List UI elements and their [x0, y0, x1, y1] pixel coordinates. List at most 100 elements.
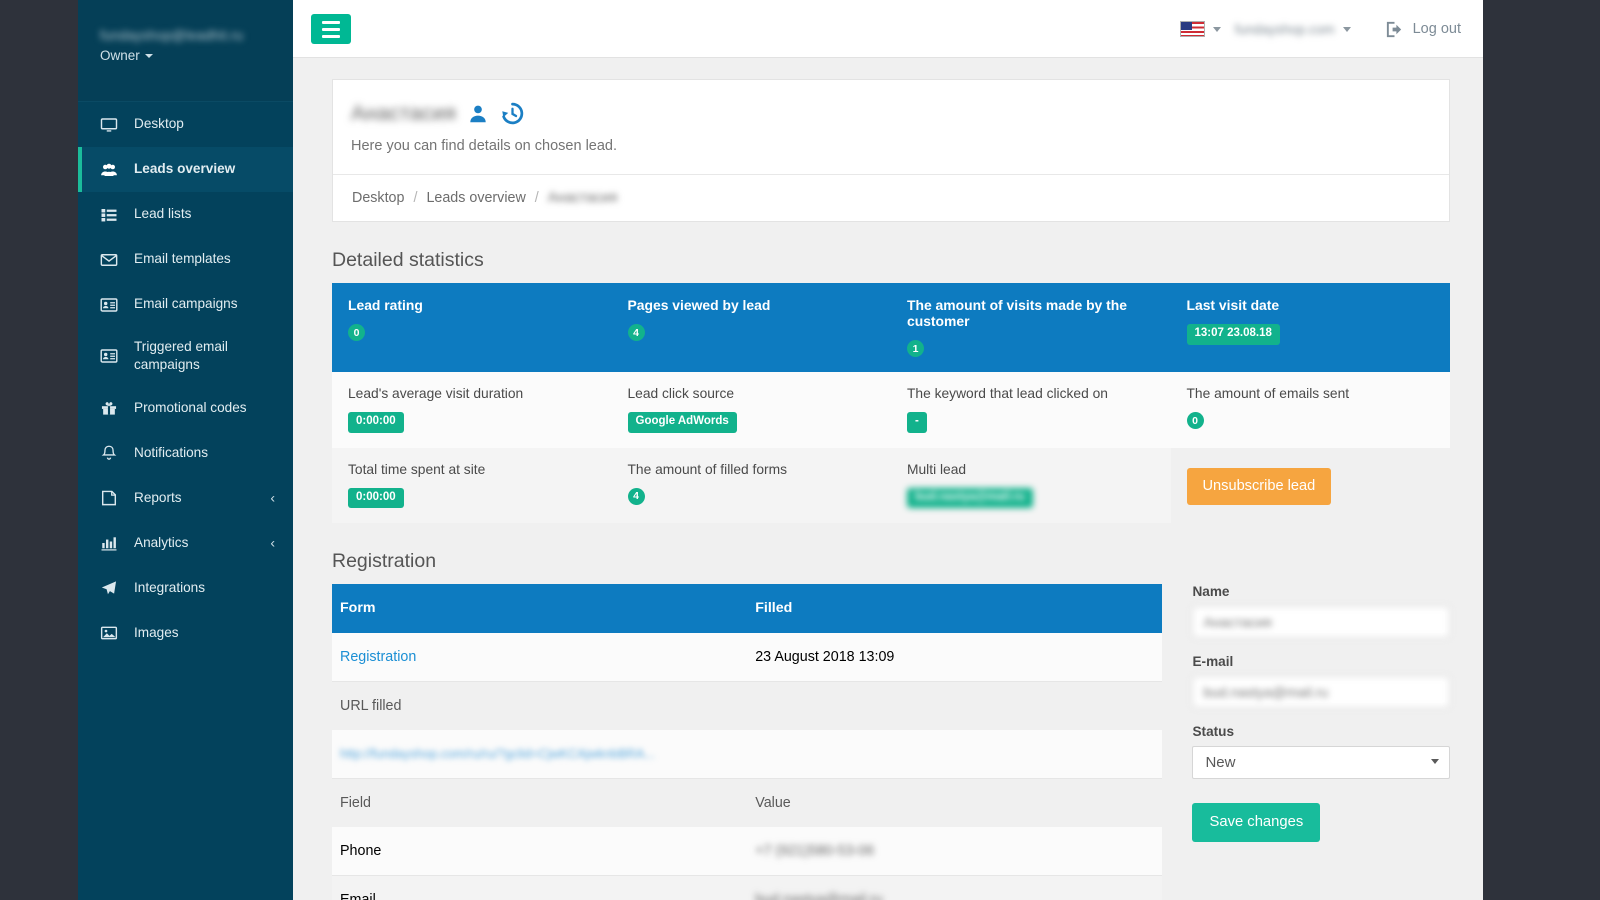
- table-row: FormFilled: [332, 584, 1162, 633]
- lead-title-card: Анастасия Here you can find details on c…: [332, 79, 1450, 175]
- stats-label: The amount of visits made by the custome…: [907, 297, 1155, 329]
- top-header: fundayshop.com Log out: [293, 0, 1483, 58]
- sidebar-item-triggered-email-campaigns[interactable]: Triggered email campaigns: [78, 327, 293, 386]
- history-icon[interactable]: [500, 101, 525, 126]
- sidebar-item-leads-overview[interactable]: Leads overview: [78, 147, 293, 192]
- stats-label: Lead click source: [628, 386, 876, 401]
- status-select[interactable]: New: [1192, 746, 1450, 779]
- envelope-icon: [100, 251, 124, 269]
- sidebar-nav: Desktop Leads overview Lead lists Email tem…: [78, 102, 293, 656]
- stats-value-badge: 4: [628, 324, 645, 341]
- stats-cell: Total time spent at site 0:00:00: [332, 448, 612, 524]
- registration-area: FormFilledRegistration23 August 2018 13:…: [332, 584, 1450, 900]
- sidebar-user-email: fundayshop@leadhit.ru: [100, 28, 293, 43]
- sidebar-item-analytics[interactable]: Analytics ‹: [78, 521, 293, 566]
- stats-cell: Lead rating 0: [332, 283, 612, 372]
- person-icon[interactable]: [467, 103, 489, 125]
- breadcrumb-item-1[interactable]: Desktop: [352, 190, 404, 206]
- url-filled-link[interactable]: http://fundayshop.com/ru/ru/?gclid=CjwKC…: [332, 730, 1162, 779]
- chevron-left-icon: ‹: [270, 534, 275, 553]
- sidebar-user-block[interactable]: fundayshop@leadhit.ru Owner: [78, 0, 293, 102]
- stats-value-badge: 1: [907, 340, 924, 357]
- chevron-down-icon: [145, 54, 153, 58]
- table-row: FieldValue: [332, 779, 1162, 828]
- stats-label: Lead rating: [348, 297, 596, 313]
- stats-cell: Pages viewed by lead4: [612, 283, 892, 372]
- sidebar-item-label: Notifications: [134, 444, 208, 462]
- stats-value-badge: 0:00:00: [348, 488, 404, 509]
- email-field-label: E-mail: [1192, 654, 1450, 669]
- email-input[interactable]: [1192, 676, 1450, 708]
- field-name: Phone: [332, 827, 747, 876]
- logout-icon: [1385, 20, 1404, 39]
- sidebar-item-label: Lead lists: [134, 205, 191, 223]
- sidebar-item-images[interactable]: Images: [78, 611, 293, 656]
- stats-label: Multi lead: [907, 462, 1155, 477]
- list-icon: [100, 206, 124, 224]
- registration-title: Registration: [332, 550, 1483, 573]
- breadcrumb-item-2[interactable]: Leads overview: [426, 190, 525, 206]
- hamburger-line: [322, 35, 340, 38]
- chevron-left-icon: ‹: [270, 489, 275, 508]
- name-input[interactable]: [1192, 606, 1450, 638]
- stats-row: Total time spent at site0:00:00The amoun…: [332, 448, 1450, 524]
- sidebar-item-label: Reports: [134, 489, 182, 507]
- sidebar-item-email-campaigns[interactable]: Email campaigns: [78, 282, 293, 327]
- stats-label: The keyword that lead clicked on: [907, 386, 1155, 401]
- sidebar-item-label: Promotional codes: [134, 399, 247, 417]
- page-icon: [100, 489, 124, 507]
- sidebar-item-label: Images: [134, 624, 179, 642]
- stats-label: Total time spent at site: [348, 462, 596, 477]
- stats-value-badge: 13:07 23.08.18: [1187, 324, 1280, 345]
- registration-form-link[interactable]: Registration: [332, 633, 747, 682]
- lead-edit-form: Name E-mail Status New Save changes: [1192, 584, 1450, 900]
- stats-value-badge: 0: [348, 324, 365, 341]
- sidebar-user-role-label: Owner: [100, 48, 140, 63]
- sidebar-item-lead-lists[interactable]: Lead lists: [78, 192, 293, 237]
- stats-value-badge: 0:00:00: [348, 412, 404, 433]
- image-icon: [100, 624, 124, 642]
- sidebar-item-email-templates[interactable]: Email templates: [78, 237, 293, 282]
- unsubscribe-lead-button[interactable]: Unsubscribe lead: [1187, 468, 1332, 505]
- sidebar-item-desktop[interactable]: Desktop: [78, 102, 293, 147]
- email-field-block: E-mail: [1192, 654, 1450, 708]
- name-field-label: Name: [1192, 584, 1450, 599]
- header-right-group: fundayshop.com Log out: [1180, 0, 1461, 58]
- hamburger-line: [322, 21, 340, 24]
- bell-icon: [100, 444, 124, 462]
- bar-chart-icon: [100, 534, 124, 552]
- domain-selector[interactable]: fundayshop.com: [1221, 22, 1351, 37]
- stats-value-badge: -: [907, 412, 927, 433]
- registration-tables: FormFilledRegistration23 August 2018 13:…: [332, 584, 1162, 900]
- stats-cell: Lead click sourceGoogle AdWords: [612, 372, 892, 448]
- desktop-icon: [100, 116, 124, 134]
- hamburger-menu-button[interactable]: [311, 14, 351, 44]
- registration-form-table: FormFilledRegistration23 August 2018 13:…: [332, 584, 1162, 900]
- language-selector[interactable]: [1180, 21, 1221, 37]
- sidebar-user-role[interactable]: Owner: [100, 48, 293, 63]
- stats-cell: The amount of visits made by the custome…: [891, 283, 1171, 372]
- sidebar-item-reports[interactable]: Reports ‹: [78, 476, 293, 521]
- sidebar: fundayshop@leadhit.ru Owner Desktop Leads…: [78, 0, 293, 900]
- page-subtitle: Here you can find details on chosen lead…: [351, 138, 1449, 154]
- breadcrumb-item-3: Анастасия: [548, 190, 618, 206]
- sidebar-item-label: Triggered email campaigns: [134, 338, 279, 375]
- sidebar-item-notifications[interactable]: Notifications: [78, 431, 293, 476]
- table-row: Emailbud.nastya@mail.ru: [332, 876, 1162, 900]
- table-row: Phone+7 (921)580-53-06: [332, 827, 1162, 876]
- table-row: Registration23 August 2018 13:09: [332, 633, 1162, 682]
- detailed-statistics-table: Lead rating 0 Pages viewed by lead4 The amo…: [332, 283, 1450, 523]
- chevron-down-icon: [1343, 27, 1351, 32]
- logout-button[interactable]: Log out: [1385, 20, 1461, 39]
- detailed-statistics-title: Detailed statistics: [332, 249, 1483, 272]
- sidebar-item-label: Email templates: [134, 250, 231, 268]
- main-content: Анастасия Here you can find details on c…: [293, 58, 1483, 900]
- app-window: fundayshop@leadhit.ru Owner Desktop Leads…: [78, 0, 1483, 900]
- sidebar-item-label: Leads overview: [134, 160, 235, 178]
- sidebar-item-integrations[interactable]: Integrations: [78, 566, 293, 611]
- url-filled-label: URL filled: [332, 682, 1162, 731]
- sidebar-item-promotional-codes[interactable]: Promotional codes: [78, 386, 293, 431]
- save-changes-button[interactable]: Save changes: [1192, 803, 1320, 842]
- stats-value-badge: bud.nastya@mail.ru: [907, 488, 1033, 509]
- sidebar-item-label: Analytics: [134, 534, 188, 552]
